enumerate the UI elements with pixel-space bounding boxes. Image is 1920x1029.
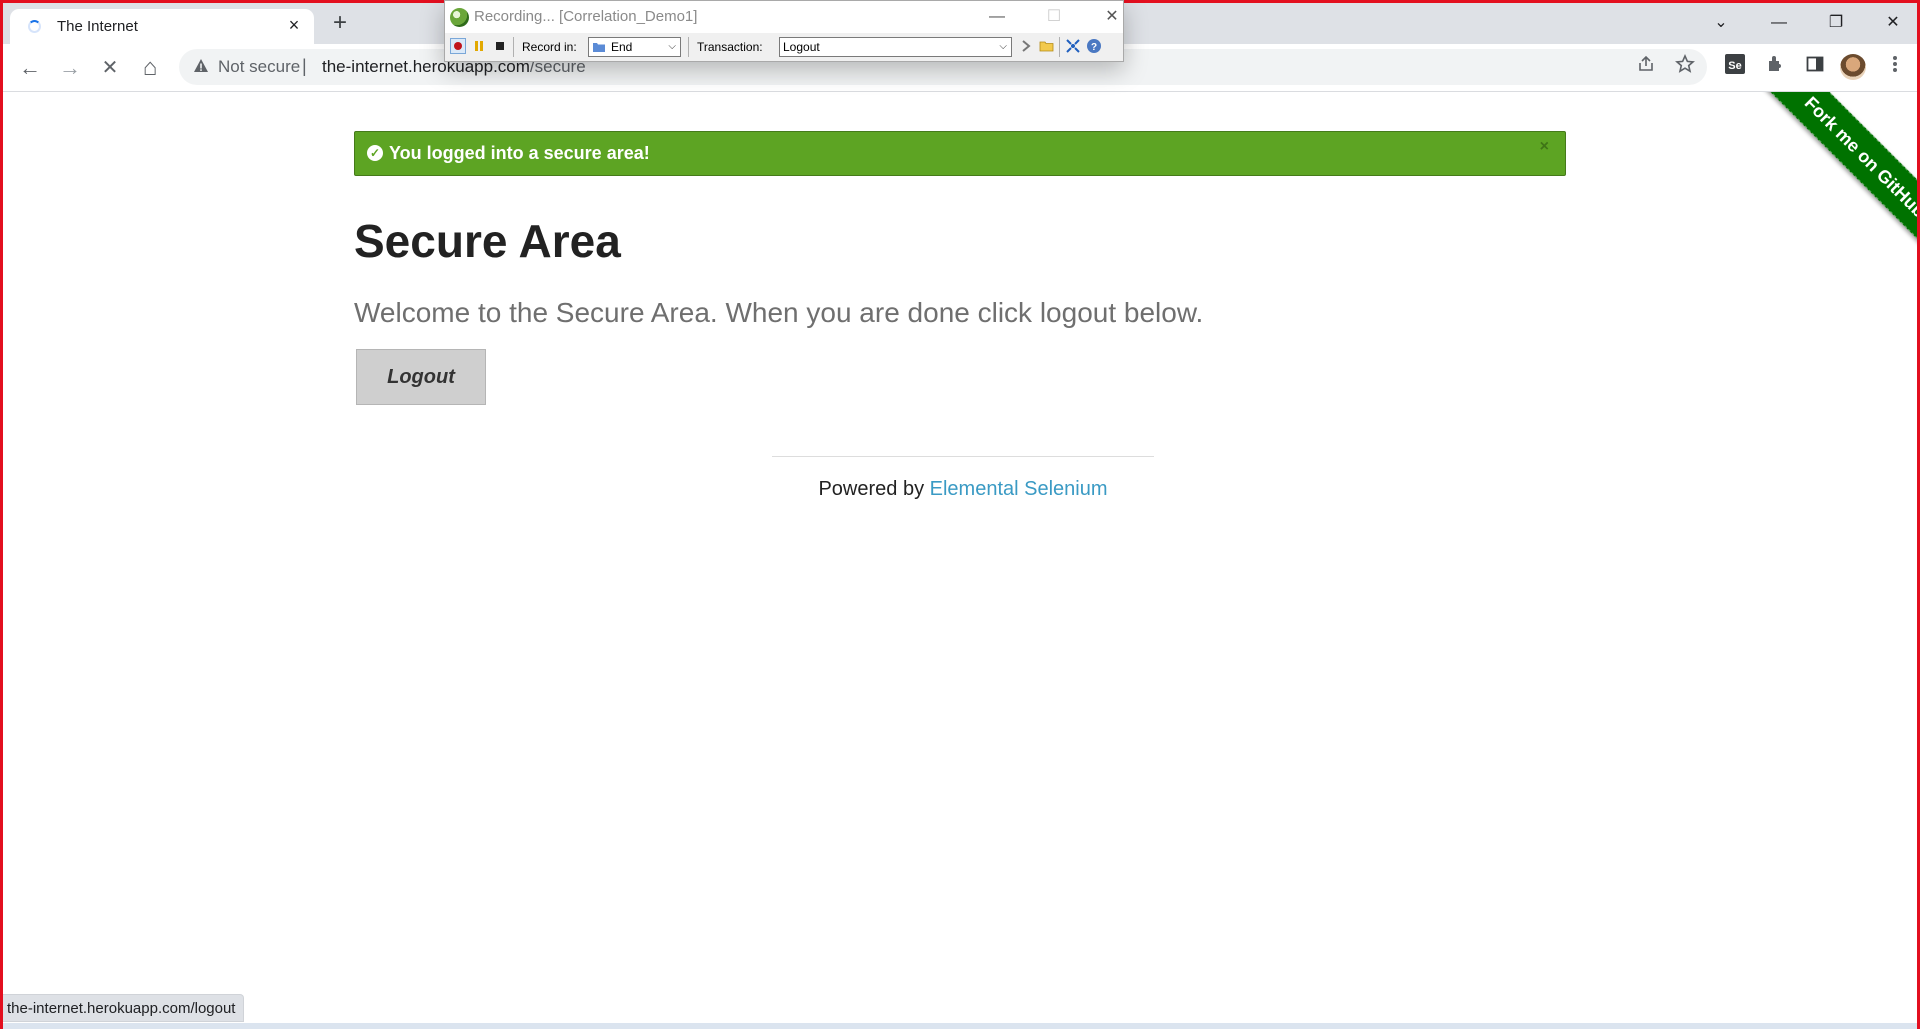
new-tab-button[interactable]: + (328, 11, 352, 35)
page-content: ✓ You logged into a secure area! × Secur… (3, 92, 1917, 1029)
chevron-down-icon: ⌵ (999, 41, 1007, 52)
footer-prefix: Powered by (818, 478, 930, 500)
logout-button[interactable]: Logout (356, 349, 486, 405)
folder-icon (593, 43, 605, 52)
transaction-label: Transaction: (697, 40, 763, 54)
toolbar-separator (513, 37, 514, 57)
recorder-close-button[interactable]: ✕ (1092, 4, 1132, 30)
footer-divider (772, 456, 1154, 457)
loading-spinner-icon (28, 20, 41, 33)
fork-me-github-ribbon[interactable]: Fork me on GitHub (1754, 92, 1917, 259)
recorder-logo-icon (450, 8, 469, 27)
tab-close-icon[interactable]: × (284, 15, 304, 35)
elemental-selenium-link[interactable]: Elemental Selenium (930, 478, 1108, 500)
status-bar-url: the-internet.herokuapp.com/logout (3, 994, 245, 1022)
help-icon[interactable]: ? (1086, 38, 1102, 54)
star-icon[interactable] (1670, 53, 1700, 83)
warning-icon[interactable] (193, 58, 209, 74)
minimize-button[interactable]: — (1759, 9, 1799, 37)
taskbar-edge (3, 1023, 1917, 1029)
start-transaction-icon[interactable] (1018, 38, 1034, 54)
browser-window: The Internet × + ⌄ — ❐ ✕ ← → ✕ ⌂ Not sec… (0, 0, 1920, 1029)
recorder-maximize-button: ☐ (1046, 8, 1062, 25)
tab-the-internet[interactable]: The Internet × (10, 9, 314, 44)
recorder-tools: Record in: End ⌵ Transaction: Logout ⌵ ? (445, 33, 1123, 61)
stop-loading-button[interactable]: ✕ (95, 53, 125, 83)
svg-text:?: ? (1091, 42, 1097, 53)
footer: Powered by Elemental Selenium (3, 478, 1917, 501)
stop-icon[interactable] (492, 38, 508, 54)
check-circle-icon: ✓ (367, 145, 383, 161)
tab-title: The Internet (57, 18, 138, 35)
restore-button[interactable]: ❐ (1816, 9, 1856, 37)
back-button[interactable]: ← (15, 53, 45, 83)
github-ribbon-container: Fork me on GitHub (1750, 92, 1917, 259)
snapshot-icon[interactable] (1065, 38, 1081, 54)
more-icon[interactable] (1880, 53, 1910, 83)
record-in-value: End (611, 40, 633, 54)
svg-text:Se: Se (1728, 60, 1741, 72)
transaction-value: Logout (783, 40, 820, 54)
forward-button[interactable]: → (55, 53, 85, 83)
success-flash-message: ✓ You logged into a secure area! × (354, 131, 1566, 176)
profile-avatar[interactable] (1840, 54, 1866, 80)
recorder-title: Recording... [Correlation_Demo1] (474, 8, 698, 25)
record-in-label: Record in: (522, 40, 577, 54)
extensions-icon[interactable] (1760, 53, 1790, 83)
home-button[interactable]: ⌂ (135, 53, 165, 83)
selenium-ide-icon[interactable]: Se (1720, 53, 1750, 83)
side-panel-icon[interactable] (1800, 53, 1830, 83)
open-folder-icon[interactable] (1039, 38, 1055, 54)
chevron-down-icon: ⌵ (668, 41, 676, 52)
record-in-dropdown[interactable]: End ⌵ (588, 37, 681, 57)
page-title: Secure Area (354, 215, 621, 267)
page-subtitle: Welcome to the Secure Area. When you are… (354, 297, 1204, 328)
toolbar-separator (1059, 37, 1060, 57)
not-secure-label[interactable]: Not secure (218, 57, 300, 77)
flash-text: You logged into a secure area! (389, 143, 650, 163)
toolbar-separator (688, 37, 689, 57)
pause-icon[interactable] (471, 38, 487, 54)
record-icon[interactable] (450, 38, 466, 54)
tab-search-button[interactable]: ⌄ (1701, 9, 1741, 37)
close-window-button[interactable]: ✕ (1873, 9, 1913, 37)
transaction-dropdown[interactable]: Logout ⌵ (779, 37, 1012, 57)
recorder-titlebar[interactable]: Recording... [Correlation_Demo1] — ☐ ✕ (445, 1, 1123, 33)
recording-toolbar-window: Recording... [Correlation_Demo1] — ☐ ✕ R… (444, 0, 1124, 62)
recorder-minimize-button[interactable]: — (977, 4, 1017, 30)
flash-close-icon[interactable]: × (1540, 138, 1549, 156)
url-separator: | (302, 56, 307, 76)
share-icon[interactable] (1631, 53, 1661, 83)
